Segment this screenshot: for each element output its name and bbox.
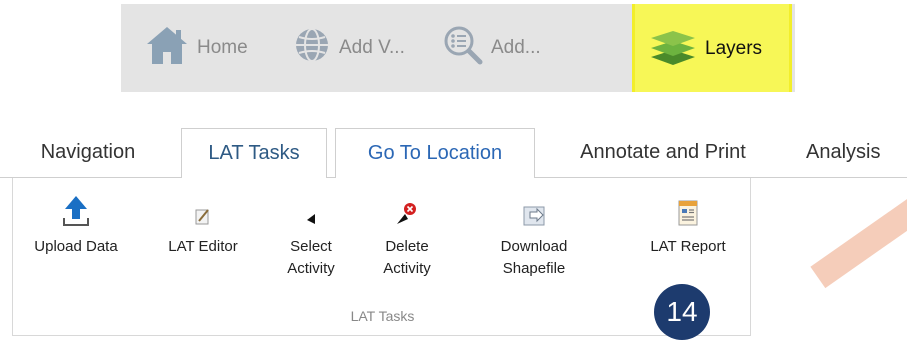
report-icon [675, 190, 701, 228]
home-label: Home [197, 37, 248, 58]
upload-icon [61, 190, 91, 228]
lat-report-label: LAT Report [650, 238, 726, 255]
home-icon [145, 24, 189, 72]
select-arrow-icon [304, 190, 318, 228]
edit-icon [193, 190, 213, 228]
tab-analysis[interactable]: Analysis [798, 128, 907, 178]
count-badge: 14 [654, 284, 710, 340]
select-activity-button[interactable]: Select Activity [271, 178, 351, 280]
upload-data-button[interactable]: Upload Data [21, 178, 131, 258]
layers-icon [649, 26, 697, 72]
add-v-label: Add V... [339, 37, 405, 58]
delete-pin-icon [395, 190, 419, 228]
upload-data-label: Upload Data [34, 238, 118, 255]
select-activity-label: Select Activity [287, 238, 335, 277]
tab-bar: Navigation LAT Tasks Go To Location Anno… [0, 128, 907, 178]
globe-icon [293, 26, 331, 70]
search-list-icon [443, 25, 483, 71]
ribbon-panel: Upload Data LAT Editor Select Activity D… [12, 178, 751, 336]
add-button[interactable]: Add... [443, 4, 541, 92]
lat-editor-button[interactable]: LAT Editor [153, 178, 253, 258]
delete-activity-button[interactable]: Delete Activity [365, 178, 449, 280]
tab-go-to-location[interactable]: Go To Location [335, 128, 535, 178]
delete-activity-label: Delete Activity [383, 238, 431, 277]
download-shapefile-button[interactable]: Download Shapefile [479, 178, 589, 280]
tab-annotate-and-print[interactable]: Annotate and Print [548, 128, 778, 178]
ribbon-group-label: LAT Tasks [350, 308, 415, 324]
home-button[interactable]: Home [145, 4, 248, 92]
download-shapefile-icon [521, 190, 547, 228]
add-label: Add... [491, 37, 541, 58]
tab-lat-tasks[interactable]: LAT Tasks [181, 128, 327, 178]
lat-editor-label: LAT Editor [168, 238, 238, 255]
tab-navigation[interactable]: Navigation [8, 128, 168, 178]
lat-report-button[interactable]: LAT Report [633, 178, 743, 258]
layers-label: Layers [705, 38, 763, 59]
add-v-button[interactable]: Add V... [293, 4, 405, 92]
decorative-stripe [810, 197, 907, 289]
layers-button[interactable]: Layers [632, 4, 792, 92]
top-toolbar: Home Add V... Add... Layers [121, 4, 795, 92]
download-shapefile-label: Download Shapefile [500, 238, 568, 277]
